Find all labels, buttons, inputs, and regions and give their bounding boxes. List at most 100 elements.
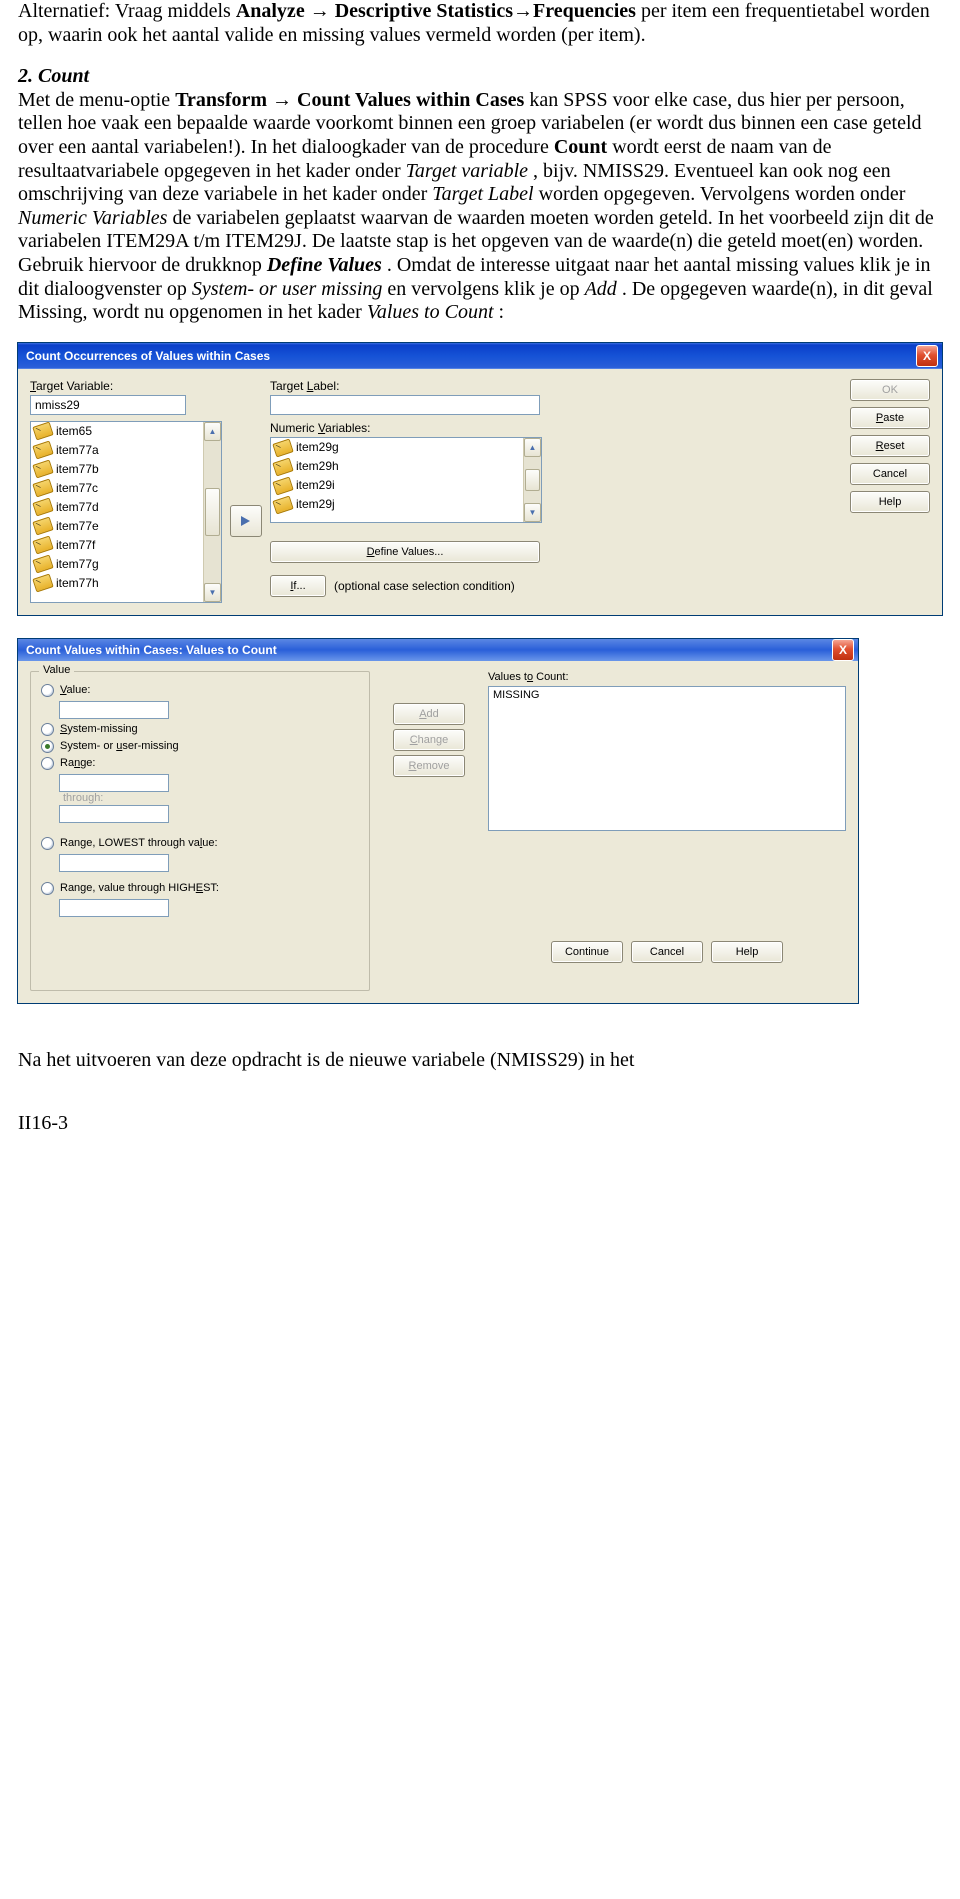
variable-icon xyxy=(32,479,53,498)
list-item[interactable]: item77h xyxy=(31,574,221,593)
radio-range-highest[interactable]: Range, value through HIGHERange, value t… xyxy=(41,882,359,895)
button-ref: Add xyxy=(585,278,617,300)
add-button[interactable]: AAdddd xyxy=(393,703,465,725)
list-item[interactable]: item77f xyxy=(31,536,221,555)
ok-button[interactable]: OK xyxy=(850,379,930,401)
variable-icon xyxy=(32,555,53,574)
cancel-button[interactable]: Cancel xyxy=(631,941,703,963)
list-item-label: item77e xyxy=(56,519,99,533)
option-ref: System- or user missing xyxy=(192,278,383,300)
numeric-variables-list[interactable]: item29g item29h item29i item29j ▲ ▼ xyxy=(270,437,542,523)
radio-range[interactable]: RanRange:ge: xyxy=(41,757,359,770)
text: : xyxy=(499,301,505,323)
value-group-legend: Value xyxy=(39,664,74,677)
window-title: Count Values within Cases: Values to Cou… xyxy=(26,643,277,657)
scroll-up-icon[interactable]: ▲ xyxy=(524,438,541,457)
list-item[interactable]: item77g xyxy=(31,555,221,574)
list-item[interactable]: item77d xyxy=(31,498,221,517)
variable-icon xyxy=(32,517,53,536)
variable-icon xyxy=(32,498,53,517)
cancel-button[interactable]: Cancel xyxy=(850,463,930,485)
help-button[interactable]: Help xyxy=(850,491,930,513)
variable-icon xyxy=(32,460,53,479)
range-highest-input[interactable] xyxy=(59,899,169,917)
source-variable-list[interactable]: item65 item77a item77b item77c item77d item77… xyxy=(30,421,222,603)
range-lowest-input[interactable] xyxy=(59,854,169,872)
radio-system-or-user-missing[interactable]: System- or uSystem- or user-missingser-m… xyxy=(41,740,359,753)
continue-button[interactable]: Continue xyxy=(551,941,623,963)
values-to-count-label: Values toValues to Count: Count: xyxy=(488,671,846,684)
if-condition-note: (optional case selection condition) xyxy=(334,579,515,593)
range-to-input[interactable] xyxy=(59,805,169,823)
list-item-label: item77c xyxy=(56,481,98,495)
titlebar[interactable]: Count Occurrences of Values within Cases… xyxy=(18,343,942,369)
scroll-thumb[interactable] xyxy=(525,469,540,491)
list-item[interactable]: item29j xyxy=(271,495,541,514)
field-ref: Target Label xyxy=(432,183,533,205)
close-icon[interactable]: X xyxy=(916,345,938,367)
list-item[interactable]: item77b xyxy=(31,460,221,479)
footer-text: Na het uitvoeren van deze opdracht is de… xyxy=(18,1049,942,1073)
list-item[interactable]: item29i xyxy=(271,476,541,495)
range-from-input[interactable] xyxy=(59,774,169,792)
list-item[interactable]: item77e xyxy=(31,517,221,536)
radio-value[interactable]: VValue:alue: xyxy=(41,684,359,697)
remove-button[interactable]: RRemoveemove xyxy=(393,755,465,777)
radio-system-missing[interactable]: SSystem-missingystem-missing xyxy=(41,723,359,736)
list-item[interactable]: item29g xyxy=(271,438,541,457)
if-button[interactable]: IIf...f... xyxy=(270,575,326,597)
titlebar[interactable]: Count Values within Cases: Values to Cou… xyxy=(18,639,858,661)
list-item-label: item65 xyxy=(56,424,92,438)
variable-icon xyxy=(32,536,53,555)
count-occurrences-dialog: Count Occurrences of Values within Cases… xyxy=(18,343,942,615)
scrollbar[interactable]: ▲ ▼ xyxy=(523,438,541,522)
menu-path: Transform → Count Values within Cases xyxy=(175,89,524,111)
range-through-label: through: xyxy=(63,792,359,805)
list-item[interactable]: item77c xyxy=(31,479,221,498)
target-label-input[interactable] xyxy=(270,395,540,415)
numeric-variables-label: Numeric Variables: xyxy=(270,421,842,435)
define-values-button[interactable]: DDefine Values...efine Values... xyxy=(270,541,540,563)
list-item[interactable]: MISSING xyxy=(493,689,841,702)
scrollbar[interactable]: ▲ ▼ xyxy=(203,422,221,602)
list-item-label: item77h xyxy=(56,576,99,590)
list-item[interactable]: item29h xyxy=(271,457,541,476)
scroll-down-icon[interactable]: ▼ xyxy=(524,503,541,522)
scroll-down-icon[interactable]: ▼ xyxy=(204,583,221,602)
close-icon[interactable]: X xyxy=(832,639,854,661)
target-label-label: Target Label: xyxy=(270,379,540,393)
list-item[interactable]: item77a xyxy=(31,441,221,460)
page-number: II16-3 xyxy=(18,1112,942,1136)
list-item-label: item77a xyxy=(56,443,99,457)
variable-icon xyxy=(32,574,53,593)
target-variable-label: TTarget Variable:arget Variable: xyxy=(30,379,222,393)
target-variable-input[interactable] xyxy=(30,395,186,415)
list-item-label: item29i xyxy=(296,478,335,492)
intro-paragraph: Alternatief: Vraag middels Analyze → Des… xyxy=(18,0,942,47)
scroll-up-icon[interactable]: ▲ xyxy=(204,422,221,441)
list-item-label: item29j xyxy=(296,497,335,511)
text: Met de menu-optie xyxy=(18,89,175,111)
values-to-count-list[interactable]: MISSING xyxy=(488,686,846,831)
values-to-count-dialog: Count Values within Cases: Values to Cou… xyxy=(18,639,858,1003)
radio-range-lowest[interactable]: Range, LOWEST through valRange, LOWEST t… xyxy=(41,837,359,850)
scroll-thumb[interactable] xyxy=(205,488,220,536)
field-ref: Target variable xyxy=(406,160,528,182)
change-button[interactable]: CChangehange xyxy=(393,729,465,751)
count-paragraph: 2. Count Met de menu-optie Transform → C… xyxy=(18,65,942,325)
list-item-label: item77b xyxy=(56,462,99,476)
variable-icon xyxy=(272,476,293,495)
reset-button[interactable]: RReseteset xyxy=(850,435,930,457)
list-item-label: item77g xyxy=(56,557,99,571)
move-variable-button[interactable] xyxy=(230,505,262,537)
text: worden opgegeven. Vervolgens worden onde… xyxy=(539,183,906,205)
list-item-label: item77f xyxy=(56,538,95,552)
help-button[interactable]: Help xyxy=(711,941,783,963)
menu-path: Analyze → Descriptive Statistics→Frequen… xyxy=(236,0,636,22)
value-input[interactable] xyxy=(59,701,169,719)
list-item[interactable]: item65 xyxy=(31,422,221,441)
text: en vervolgens klik je op xyxy=(387,278,584,300)
list-item-label: item29h xyxy=(296,459,339,473)
variable-icon xyxy=(32,422,53,441)
paste-button[interactable]: PPasteaste xyxy=(850,407,930,429)
